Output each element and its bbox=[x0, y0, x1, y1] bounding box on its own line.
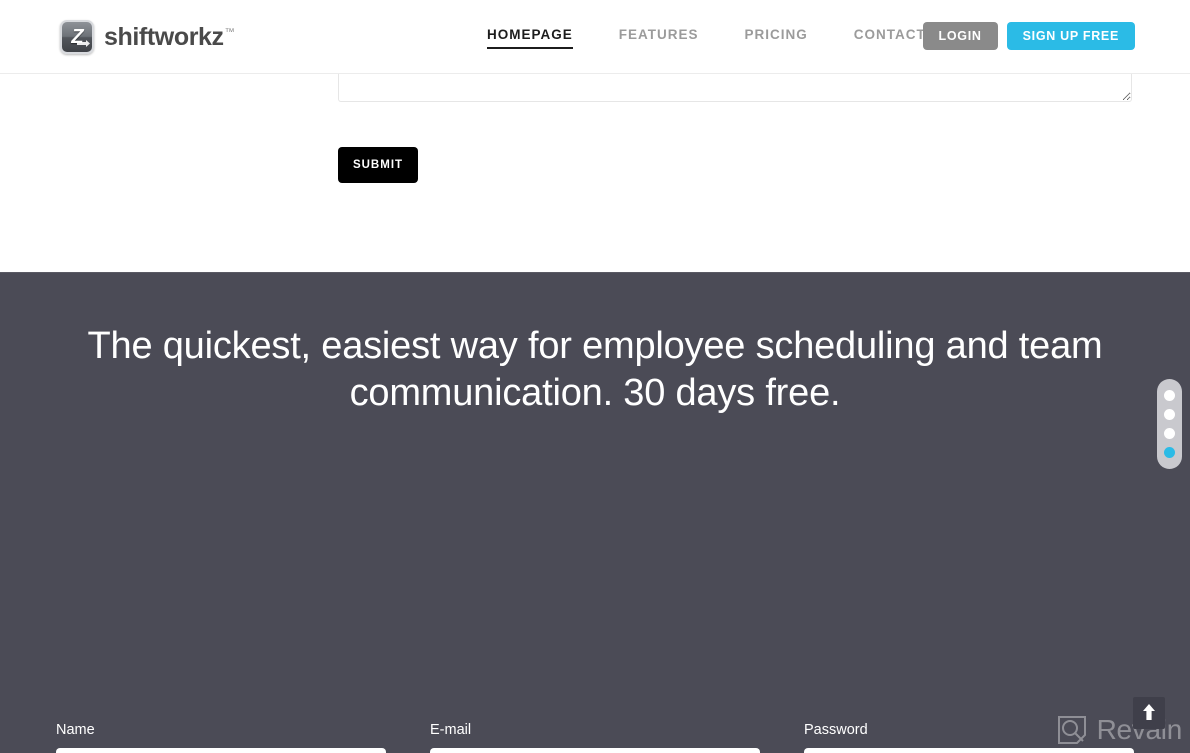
header-actions: LOGIN SIGN UP FREE bbox=[922, 22, 1135, 50]
section-dot-navigation bbox=[1157, 379, 1182, 469]
email-input[interactable] bbox=[430, 747, 760, 753]
field-label-name: Name bbox=[56, 722, 95, 738]
scroll-to-top-button[interactable] bbox=[1133, 697, 1165, 729]
field-label-password: Password bbox=[804, 722, 868, 738]
nav-item-contact[interactable]: CONTACT bbox=[854, 27, 926, 42]
z-arrow-logo-icon: Z bbox=[60, 20, 94, 54]
dot-nav-item-3[interactable] bbox=[1164, 428, 1175, 439]
site-header: Z shiftworkz™ HOMEPAGE FEATURES PRICING … bbox=[0, 0, 1190, 74]
field-name: Name bbox=[56, 723, 386, 753]
dot-nav-item-2[interactable] bbox=[1164, 409, 1175, 420]
field-password: Password bbox=[804, 723, 1134, 753]
nav-item-homepage[interactable]: HOMEPAGE bbox=[487, 27, 573, 49]
dot-nav-item-4[interactable] bbox=[1164, 447, 1175, 458]
signup-section: The quickest, easiest way for employee s… bbox=[0, 272, 1190, 753]
field-label-email: E-mail bbox=[430, 722, 472, 738]
signup-form: Name E-mail Password bbox=[0, 723, 1190, 753]
password-input[interactable] bbox=[804, 747, 1134, 753]
sign-up-free-button[interactable]: SIGN UP FREE bbox=[1006, 22, 1135, 50]
logo-letter: Z bbox=[71, 26, 83, 48]
field-email: E-mail bbox=[430, 723, 760, 753]
logo-arrow-icon bbox=[77, 38, 90, 47]
nav-item-pricing[interactable]: PRICING bbox=[745, 27, 808, 42]
contact-form-section: SUBMIT bbox=[0, 72, 1190, 272]
brand-logo-link[interactable]: Z shiftworkz™ bbox=[60, 20, 235, 54]
nav-item-features[interactable]: FEATURES bbox=[619, 27, 699, 42]
signup-headline: The quickest, easiest way for employee s… bbox=[87, 325, 1103, 414]
name-input[interactable] bbox=[56, 747, 386, 753]
main-navigation: HOMEPAGE FEATURES PRICING CONTACT bbox=[487, 27, 926, 49]
brand-name: shiftworkz™ bbox=[104, 22, 235, 51]
submit-button[interactable]: SUBMIT bbox=[338, 147, 418, 183]
login-button[interactable]: LOGIN bbox=[922, 22, 998, 50]
page-root: Z shiftworkz™ HOMEPAGE FEATURES PRICING … bbox=[0, 0, 1190, 753]
brand-trademark: ™ bbox=[224, 27, 235, 39]
arrow-up-icon bbox=[1142, 703, 1156, 723]
dot-nav-item-1[interactable] bbox=[1164, 390, 1175, 401]
message-textarea[interactable] bbox=[338, 72, 1132, 102]
